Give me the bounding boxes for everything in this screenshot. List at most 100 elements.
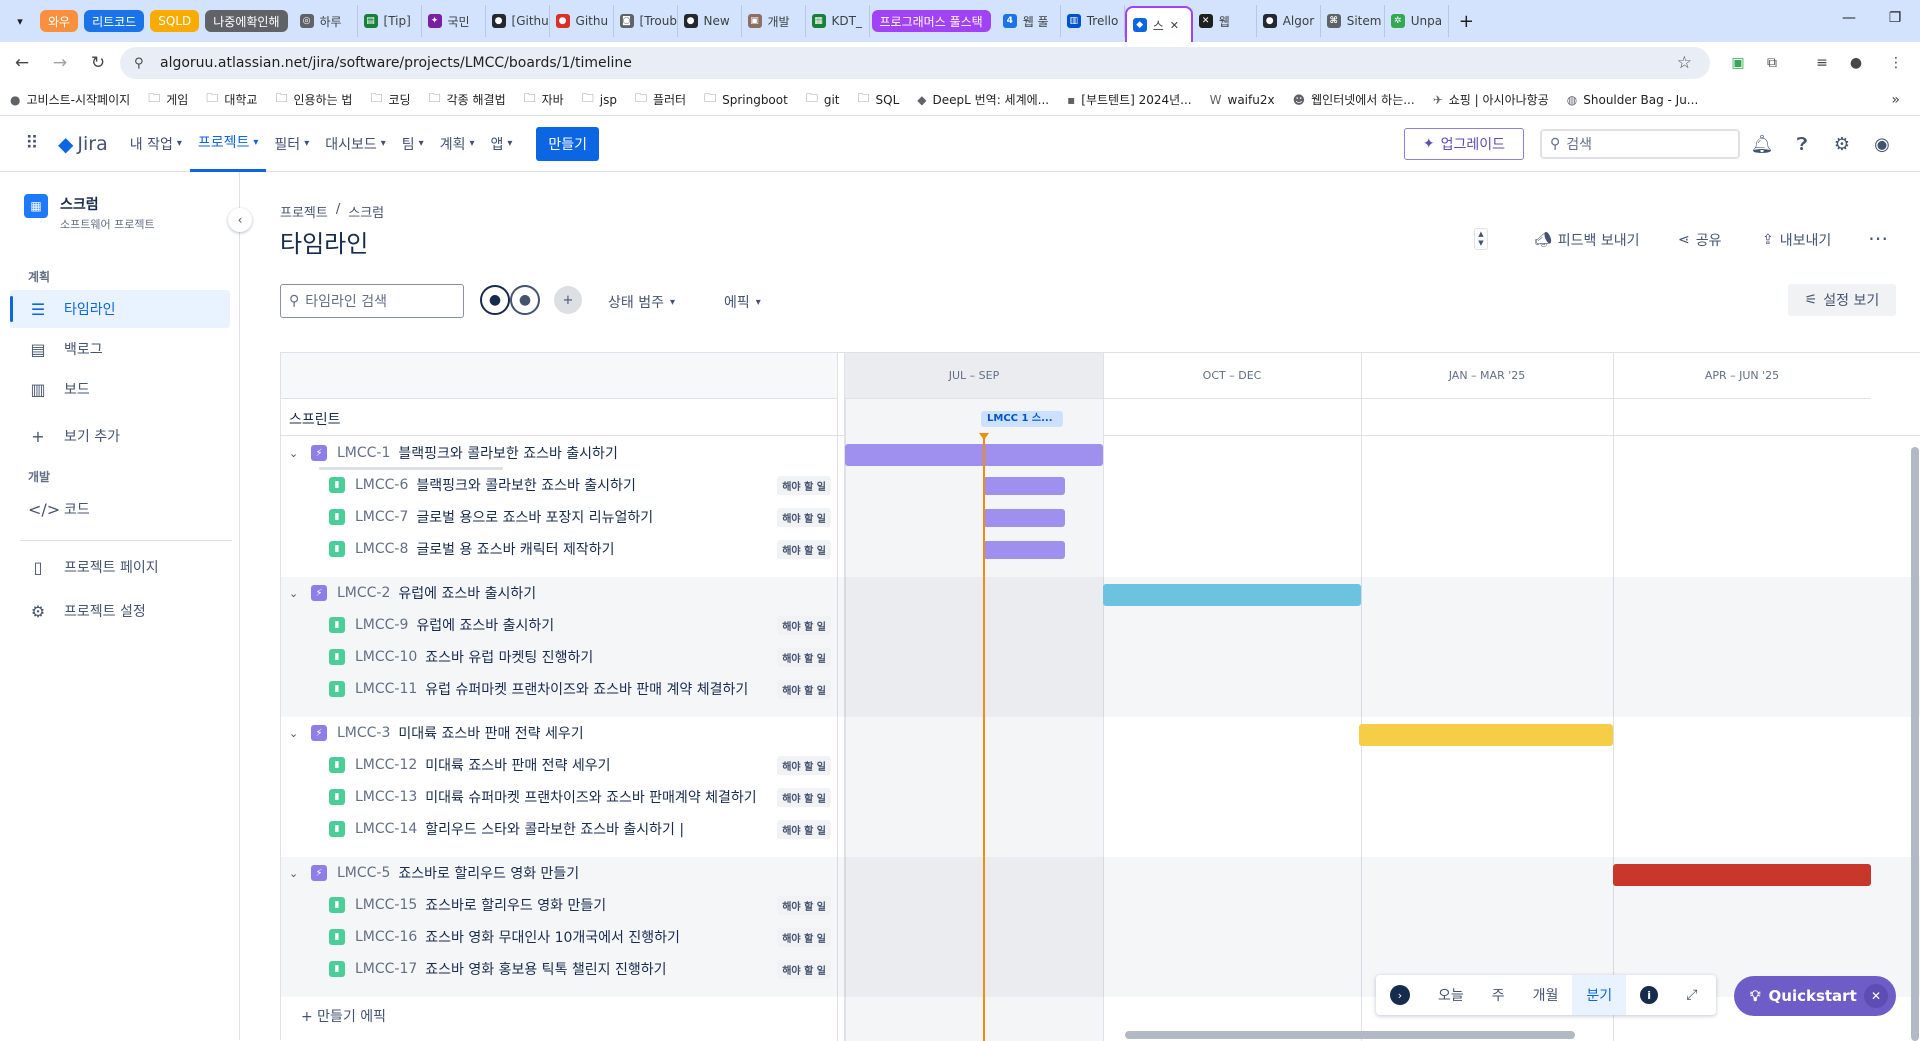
story-row[interactable]: ▮ LMCC-8 글로벌 용 죠스바 캐릭터 제작하기 해야 할 일 — [329, 533, 835, 565]
close-tab-icon[interactable]: ✕ — [1170, 19, 1179, 32]
vertical-scrollbar[interactable] — [1911, 447, 1919, 1041]
epic-row[interactable]: ⌄ ⚡ LMCC-3 미대륙 죠스바 판매 전략 세우기 — [289, 717, 584, 749]
extensions-puzzle-icon[interactable]: ⧉ — [1760, 51, 1784, 75]
issue-key[interactable]: LMCC-14 — [355, 821, 417, 837]
jira-logo[interactable]: ◆ Jira — [58, 132, 108, 156]
maximize-icon[interactable]: ❐ — [1872, 0, 1918, 36]
status-badge[interactable]: 해야 할 일 — [777, 755, 831, 775]
bookmark-item[interactable]: 🗀︎ jsp — [582, 89, 617, 110]
epic-bar[interactable] — [1103, 584, 1361, 606]
app-switcher-icon[interactable]: ⠿ — [16, 133, 48, 154]
month-button[interactable]: 개월 — [1519, 975, 1573, 1015]
bookmark-item[interactable]: ● 고비스트-시작페이지 — [10, 91, 130, 108]
sidebar-item-board[interactable]: ▥ 보드 — [10, 370, 230, 408]
horizontal-scrollbar[interactable] — [1125, 1031, 1575, 1039]
chrome-menu-icon[interactable]: ⋮ — [1884, 51, 1908, 75]
browser-tab[interactable]: ▦ KDT_ — [806, 5, 870, 37]
breadcrumb-project[interactable]: 스크럼 — [348, 202, 384, 221]
status-badge[interactable]: 해야 할 일 — [777, 819, 831, 839]
issue-title[interactable]: 미대륙 죠스바 판매 전략 세우기 — [425, 755, 610, 775]
browser-tab[interactable]: ⌘ Sitem — [1321, 5, 1385, 37]
story-row[interactable]: ▮ LMCC-16 죠스바 영화 무대인사 10개국에서 진행하기 해야 할 일 — [329, 921, 835, 953]
nav-item[interactable]: 내 작업 ▾ — [122, 116, 190, 172]
chevron-down-icon[interactable]: ⌄ — [289, 447, 301, 460]
bookmark-item[interactable]: 🗀︎ git — [806, 89, 840, 110]
url-field[interactable]: ⚲ algoruu.atlassian.net/jira/software/pr… — [120, 47, 1710, 79]
quickstart-button[interactable]: 💡︎ Quickstart ✕ — [1734, 976, 1896, 1016]
avatar[interactable]: ● — [510, 285, 540, 315]
close-quickstart-icon[interactable]: ✕ — [1864, 984, 1888, 1008]
status-badge[interactable]: 해야 할 일 — [777, 787, 831, 807]
issue-title[interactable]: 유럽에 죠스바 출시하기 — [416, 615, 554, 635]
epic-row[interactable]: ⌄ ⚡ LMCC-5 죠스바로 할리우드 영화 만들기 — [289, 857, 579, 889]
status-badge[interactable]: 해야 할 일 — [777, 507, 831, 527]
tab-group-leetcode[interactable]: 리트코드 — [84, 10, 145, 32]
status-badge[interactable]: 해야 할 일 — [777, 927, 831, 947]
issue-key[interactable]: LMCC-8 — [355, 541, 408, 557]
issue-key[interactable]: LMCC-1 — [337, 445, 390, 461]
status-badge[interactable]: 해야 할 일 — [777, 679, 831, 699]
fullscreen-icon[interactable]: ⤢ — [1672, 975, 1711, 1015]
expand-panel-icon[interactable]: › — [1376, 975, 1424, 1015]
issue-title[interactable]: 글로벌 용 죠스바 캐릭터 제작하기 — [416, 539, 614, 559]
export-button[interactable]: ⇪ 내보내기 — [1762, 230, 1831, 250]
today-button[interactable]: 오늘 — [1424, 975, 1478, 1015]
bookmark-item[interactable]: 🗀︎ SQL — [858, 89, 900, 110]
upgrade-button[interactable]: ✦ 업그레이드 — [1404, 128, 1524, 160]
breadcrumb-projects[interactable]: 프로젝트 — [280, 202, 328, 221]
bookmark-item[interactable]: 🗀︎ 각종 해결법 — [429, 89, 506, 110]
issue-key[interactable]: LMCC-12 — [355, 757, 417, 773]
forward-icon[interactable]: → — [44, 47, 76, 79]
browser-tab[interactable]: 4 웹 풀 — [997, 5, 1061, 37]
story-bar[interactable] — [983, 541, 1065, 559]
browser-tab[interactable]: ✲ Unpa — [1385, 5, 1449, 37]
bookmark-item[interactable]: ☻ 웹인터넷에서 하는... — [1293, 91, 1415, 108]
issue-key[interactable]: LMCC-5 — [337, 865, 390, 881]
story-row[interactable]: ▮ LMCC-6 블랙핑크와 콜라보한 죠스바 출시하기 해야 할 일 — [329, 469, 835, 501]
nav-item[interactable]: 필터 ▾ — [266, 116, 317, 172]
more-bookmarks-icon[interactable]: » — [1891, 92, 1900, 108]
issue-key[interactable]: LMCC-13 — [355, 789, 417, 805]
issue-key[interactable]: LMCC-10 — [355, 649, 417, 665]
bookmark-item[interactable]: ▪ [부트텐트] 2024년... — [1067, 91, 1192, 108]
issue-title[interactable]: 미대륙 슈퍼마켓 프랜차이즈와 죠스바 판매계약 체결하기 — [425, 787, 756, 807]
sidebar-item-project-settings[interactable]: ⚙ 프로젝트 설정 — [10, 592, 230, 630]
issue-title[interactable]: 할리우드 스타와 콜라보한 죠스바 출시하기 | — [425, 819, 684, 839]
settings-gear-icon[interactable]: ⚙ — [1830, 132, 1854, 156]
issue-key[interactable]: LMCC-3 — [337, 725, 390, 741]
status-badge[interactable]: 해야 할 일 — [777, 615, 831, 635]
browser-tab[interactable]: ◎ 하루 — [294, 5, 358, 37]
story-row[interactable]: ▮ LMCC-15 죠스바로 할리우드 영화 만들기 해야 할 일 — [329, 889, 835, 921]
jira-search-input[interactable]: ⚲ 검색 — [1540, 129, 1740, 159]
status-badge[interactable]: 해야 할 일 — [777, 895, 831, 915]
feedback-button[interactable]: 📣︎ 피드백 보내기 — [1534, 230, 1640, 250]
browser-tab[interactable]: ◆ 스 ✕ — [1124, 6, 1193, 42]
browser-tab[interactable]: ● New — [678, 5, 742, 37]
chevron-down-icon[interactable]: ⌄ — [289, 727, 301, 740]
tab-group-later[interactable]: 나중에확인해 — [205, 10, 288, 32]
media-control-icon[interactable]: ≡ — [1810, 51, 1834, 75]
back-icon[interactable]: ← — [6, 47, 38, 79]
issue-key[interactable]: LMCC-2 — [337, 585, 390, 601]
story-bar[interactable] — [983, 509, 1065, 527]
issue-title[interactable]: 블랙핑크와 콜라보한 죠스바 출시하기 — [398, 443, 617, 463]
browser-tab[interactable]: ▥ Trello — [1061, 5, 1125, 37]
issue-key[interactable]: LMCC-6 — [355, 477, 408, 493]
bookmark-item[interactable]: 🗀︎ 자바 — [524, 89, 564, 110]
story-row[interactable]: ▮ LMCC-11 유럽 슈퍼마켓 프랜차이즈와 죠스바 판매 계약 체결하기 해야 … — [329, 673, 835, 705]
nav-item[interactable]: 팀 ▾ — [394, 116, 432, 172]
story-row[interactable]: ▮ LMCC-9 유럽에 죠스바 출시하기 해야 할 일 — [329, 609, 835, 641]
issue-title[interactable]: 블랙핑크와 콜라보한 죠스바 출시하기 — [416, 475, 635, 495]
epic-row[interactable]: ⌄ ⚡ LMCC-2 유럽에 죠스바 출시하기 — [289, 577, 536, 609]
issue-key[interactable]: LMCC-17 — [355, 961, 417, 977]
bookmark-item[interactable]: 🗀︎ 게임 — [148, 89, 188, 110]
add-people-icon[interactable]: + — [554, 286, 582, 314]
minimize-icon[interactable]: — — [1826, 0, 1872, 36]
issue-title[interactable]: 죠스바 영화 무대인사 10개국에서 진행하기 — [425, 927, 680, 947]
story-row[interactable]: ▮ LMCC-14 할리우드 스타와 콜라보한 죠스바 출시하기 | 해야 할 일 — [329, 813, 835, 845]
epic-bar[interactable] — [1613, 864, 1871, 886]
story-row[interactable]: ▮ LMCC-12 미대륙 죠스바 판매 전략 세우기 해야 할 일 — [329, 749, 835, 781]
bookmark-item[interactable]: Wwaifu2x — [1210, 93, 1275, 107]
sprint-chip[interactable]: LMCC 1 스... — [981, 411, 1063, 427]
issue-key[interactable]: LMCC-16 — [355, 929, 417, 945]
